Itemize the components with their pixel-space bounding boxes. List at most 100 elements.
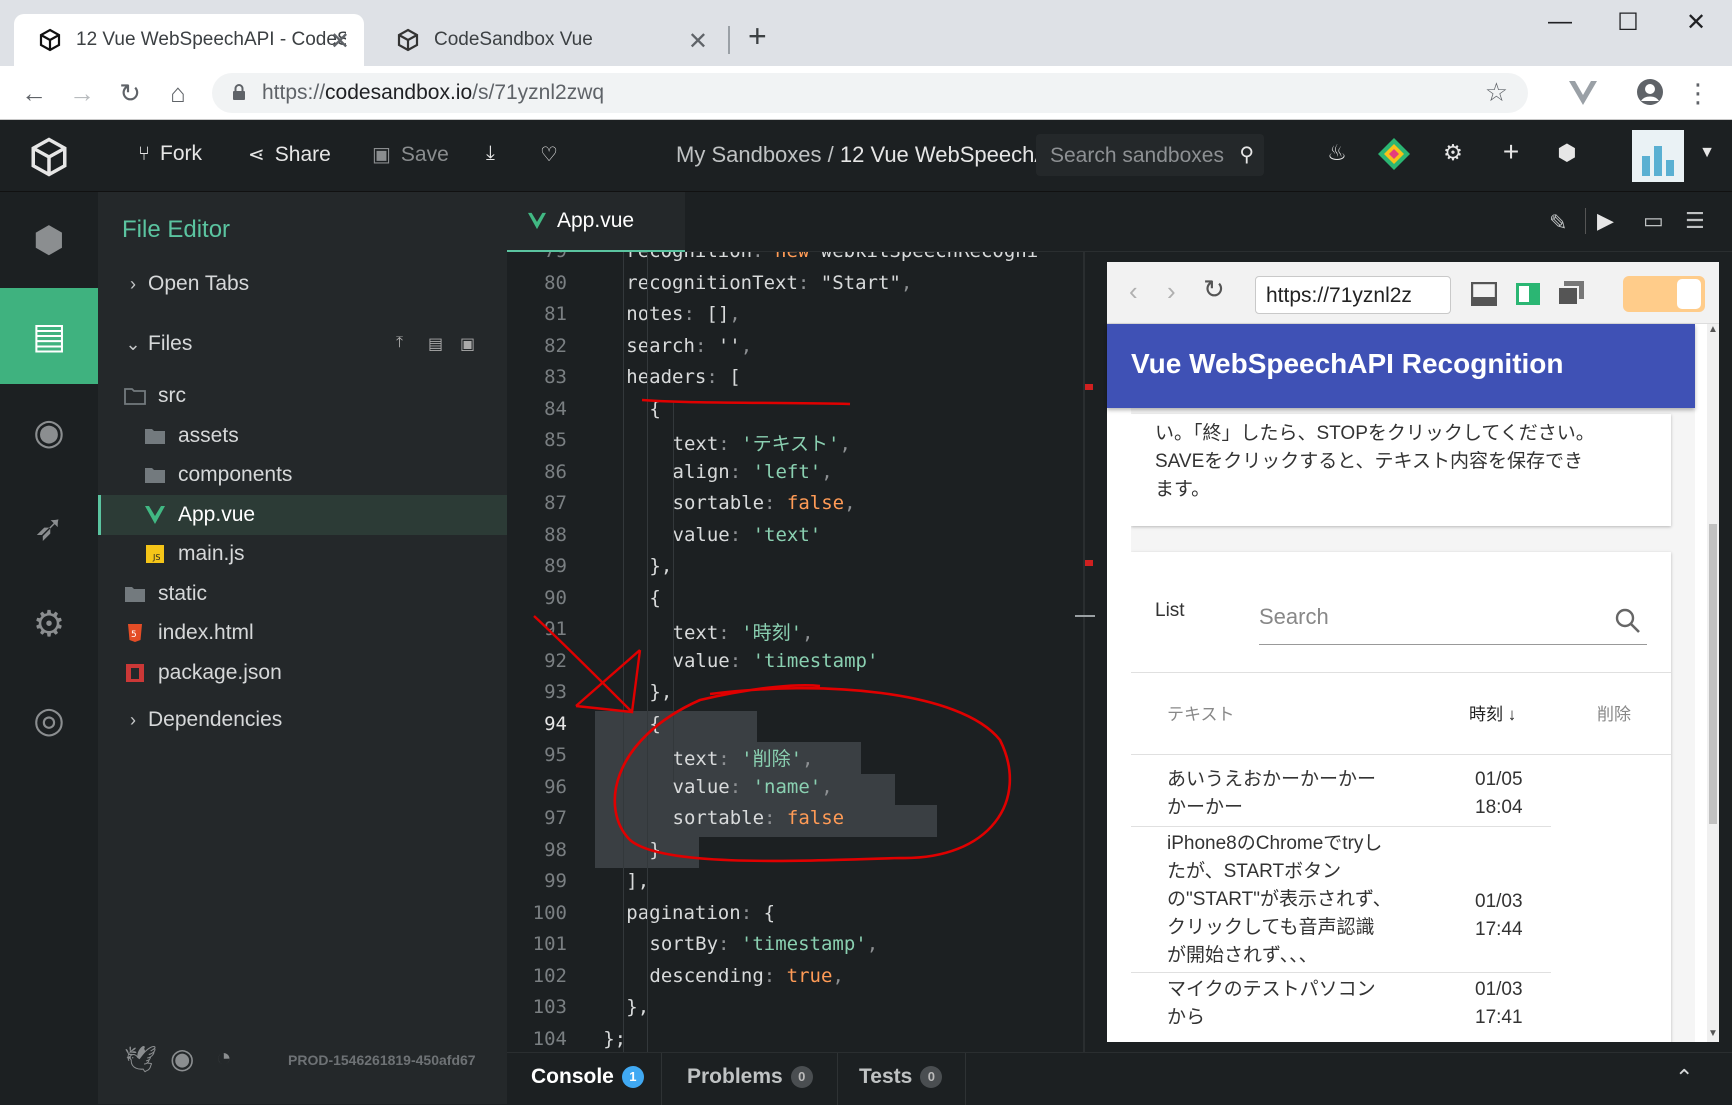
close-tab-icon[interactable]: ✕ bbox=[330, 27, 350, 56]
fork-button[interactable]: ⑂ Fork bbox=[138, 142, 202, 166]
window-close-icon[interactable]: ✕ bbox=[1676, 8, 1716, 37]
browser-menu-icon[interactable]: ⋮ bbox=[1682, 78, 1714, 109]
problems-tab[interactable]: Problems 0 bbox=[687, 1065, 813, 1089]
code-line: text: '削除', bbox=[673, 744, 814, 771]
list-search-input[interactable]: Search bbox=[1259, 604, 1329, 630]
code-token: : bbox=[694, 334, 718, 357]
browser-tab[interactable]: CodeSandbox Vue ✕ bbox=[372, 14, 722, 66]
preview-scrollbar[interactable]: ▲ ▼ bbox=[1707, 324, 1719, 1042]
deploy-rocket-icon[interactable]: ➶ bbox=[0, 480, 98, 576]
tree-item-index-html[interactable]: 5 index.html bbox=[98, 613, 507, 653]
flame-icon[interactable]: ♨ bbox=[1320, 140, 1354, 166]
twitter-icon[interactable]: 🕊 bbox=[124, 1044, 157, 1075]
bookmark-star-icon[interactable]: ☆ bbox=[1485, 77, 1508, 108]
chevron-down-icon[interactable]: ▼ bbox=[1690, 144, 1724, 162]
sandbox-search-input[interactable]: Search sandboxes ⚲ bbox=[1036, 134, 1264, 176]
tree-item-static[interactable]: static bbox=[98, 574, 507, 614]
gear-icon[interactable]: ⚙ bbox=[1436, 140, 1470, 166]
new-tab-button[interactable]: + bbox=[748, 18, 767, 55]
minimize-icon[interactable]: — bbox=[1540, 8, 1580, 36]
tree-item-main-js[interactable]: JS main.js bbox=[98, 534, 507, 574]
config-files-icon[interactable]: ⚙ bbox=[0, 576, 98, 672]
address-bar[interactable]: https://codesandbox.io/s/71yznl2zwq ☆ bbox=[212, 73, 1528, 113]
preview-toggle-switch[interactable] bbox=[1623, 276, 1705, 312]
download-button[interactable]: ⤓ bbox=[486, 142, 505, 165]
plugin-diamond-icon[interactable] bbox=[1376, 136, 1412, 172]
preview-url-input[interactable]: https://71yznl2z bbox=[1255, 276, 1451, 314]
dependencies-section[interactable]: › Dependencies bbox=[98, 700, 507, 740]
preview-console-icon[interactable] bbox=[1471, 282, 1497, 306]
console-tab[interactable]: Console 1 bbox=[531, 1065, 644, 1089]
code-token: { bbox=[763, 901, 776, 924]
code-token: , bbox=[802, 748, 814, 770]
description-line: SAVEをクリックすると、テキスト内容を保存でき bbox=[1155, 451, 1583, 472]
tree-item-src[interactable]: src bbox=[98, 376, 507, 416]
sort-arrow-down-icon: ↓ bbox=[1507, 705, 1517, 724]
prettify-brush-icon[interactable]: ✎ bbox=[1549, 210, 1567, 236]
home-icon[interactable]: ⌂ bbox=[162, 78, 194, 109]
code-token: recognitionText bbox=[626, 271, 798, 294]
forward-icon[interactable]: → bbox=[66, 78, 98, 109]
new-file-icon[interactable]: ▤ bbox=[428, 334, 443, 354]
tree-item-package-json[interactable]: package.json bbox=[98, 653, 507, 693]
preview-split-icon[interactable] bbox=[1515, 282, 1541, 306]
like-button[interactable]: ♡ bbox=[540, 142, 568, 167]
column-header-time[interactable]: 時刻 ↓ bbox=[1469, 700, 1516, 725]
scroll-up-icon[interactable]: ▲ bbox=[1708, 324, 1718, 335]
code-token: , bbox=[821, 460, 833, 483]
line-number: 95 bbox=[544, 744, 567, 766]
preview-toggle-icon[interactable]: ▶ bbox=[1597, 208, 1614, 234]
spectrum-icon[interactable]: ◔ bbox=[216, 1042, 232, 1073]
scroll-down-icon[interactable]: ▼ bbox=[1708, 1028, 1718, 1039]
code-editor[interactable]: 79 recognition: new webkitSpeechRecogni 80… bbox=[507, 252, 1072, 1052]
open-tabs-section[interactable]: › Open Tabs bbox=[98, 264, 507, 304]
preview-back-icon[interactable]: ‹ bbox=[1129, 276, 1138, 307]
browser-tab-active[interactable]: 12 Vue WebSpeechAPI - CodeSar ✕ bbox=[14, 14, 364, 66]
code-token: 'timestamp' bbox=[740, 933, 867, 955]
preview-forward-icon[interactable]: › bbox=[1167, 276, 1176, 307]
column-header-text[interactable]: テキスト bbox=[1167, 700, 1235, 725]
url-host: codesandbox.io bbox=[325, 81, 473, 104]
tree-item-app-vue[interactable]: App.vue bbox=[98, 495, 507, 535]
editor-ruler bbox=[1083, 252, 1085, 1052]
github-footer-icon[interactable]: ◉ bbox=[170, 1042, 194, 1075]
preview-new-window-icon[interactable] bbox=[1557, 280, 1585, 306]
layout-icon[interactable]: ☰ bbox=[1685, 208, 1705, 234]
project-info-icon[interactable]: ⬢ bbox=[0, 192, 98, 288]
preview-scrollbar-thumb[interactable] bbox=[1709, 524, 1717, 824]
vue-devtools-extension-icon[interactable] bbox=[1568, 80, 1598, 106]
code-token: : bbox=[764, 807, 787, 829]
code-token: { bbox=[649, 586, 661, 609]
breadcrumb-prefix[interactable]: My Sandboxes / bbox=[676, 142, 840, 167]
line-number: 98 bbox=[544, 838, 567, 861]
save-button[interactable]: ▣ Save bbox=[372, 142, 449, 167]
tree-item-components[interactable]: components bbox=[98, 455, 507, 495]
editor-tab-app-vue[interactable]: App.vue bbox=[507, 192, 685, 252]
tests-tab[interactable]: Tests 0 bbox=[859, 1065, 943, 1089]
chevron-up-icon[interactable]: ⌃ bbox=[1675, 1065, 1693, 1091]
tree-item-assets[interactable]: assets bbox=[98, 416, 507, 456]
sandbox-title[interactable]: 12 Vue WebSpeechAPI bbox=[840, 142, 1056, 167]
file-editor-icon[interactable]: ▤ bbox=[0, 288, 98, 384]
indent-guide bbox=[673, 402, 674, 782]
terminal-icon[interactable]: ▭ bbox=[1643, 208, 1664, 234]
sandbox-cube-icon[interactable]: ⬢ bbox=[1550, 140, 1584, 166]
code-token: sortBy bbox=[649, 933, 719, 955]
new-sandbox-icon[interactable]: + bbox=[1494, 136, 1528, 168]
user-avatar[interactable] bbox=[1632, 130, 1684, 182]
preview-reload-icon[interactable]: ↻ bbox=[1203, 274, 1225, 305]
files-section[interactable]: ⌄ Files ⤒ ▤ ▣ bbox=[98, 324, 507, 364]
search-icon[interactable] bbox=[1615, 608, 1641, 634]
share-button[interactable]: ⋖ Share bbox=[248, 142, 331, 167]
codesandbox-logo-icon[interactable] bbox=[28, 136, 70, 178]
back-icon[interactable]: ← bbox=[18, 78, 50, 109]
profile-avatar-icon[interactable] bbox=[1636, 78, 1664, 106]
upload-file-icon[interactable]: ⤒ bbox=[396, 334, 403, 352]
maximize-icon[interactable]: ☐ bbox=[1608, 8, 1648, 37]
reload-icon[interactable]: ↻ bbox=[114, 78, 146, 109]
close-tab-icon[interactable]: ✕ bbox=[688, 27, 708, 56]
new-folder-icon[interactable]: ▣ bbox=[460, 334, 475, 354]
live-icon[interactable]: ◎ bbox=[0, 672, 98, 768]
overview-cursor-mark bbox=[1075, 615, 1095, 617]
github-icon[interactable]: ◉ bbox=[0, 384, 98, 480]
